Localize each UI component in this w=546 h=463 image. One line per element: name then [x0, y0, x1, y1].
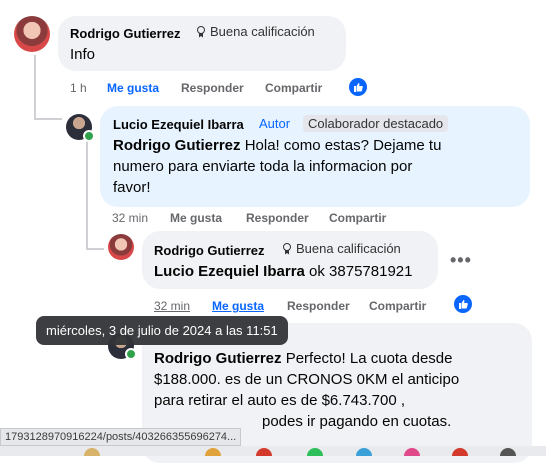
- folder-icon[interactable]: [205, 448, 221, 456]
- comment-author[interactable]: Lucio Ezequiel Ibarra: [113, 117, 244, 132]
- comment-text: Rodrigo Gutierrez Perfecto! La cuota des…: [154, 348, 524, 432]
- avatar[interactable]: [14, 16, 50, 52]
- comment-text: Rodrigo Gutierrez Hola! como estas? Deja…: [113, 135, 523, 198]
- comment-author[interactable]: Rodrigo Gutierrez: [154, 243, 265, 258]
- comment-text-line2: $188.000. es de un CRONOS 0KM el anticip…: [154, 371, 460, 388]
- app-icon[interactable]: [256, 448, 272, 456]
- reply-button[interactable]: Responder: [287, 299, 350, 313]
- author-badge: Autor: [259, 116, 291, 131]
- mention-link[interactable]: Lucio Ezequiel Ibarra: [154, 263, 305, 280]
- comment-author[interactable]: Rodrigo Gutierrez: [70, 26, 181, 41]
- online-status-indicator: [125, 348, 137, 360]
- like-button[interactable]: Me gusta: [212, 299, 264, 313]
- comment-text-line1: Hola! como estas? Dejame tu: [244, 137, 442, 154]
- taskbar: [0, 446, 546, 456]
- comment-timestamp[interactable]: 32 min: [154, 299, 190, 313]
- app-icon[interactable]: [356, 448, 372, 456]
- app-icon[interactable]: [307, 448, 323, 456]
- top-fan-badge: Buena calificación: [282, 241, 401, 256]
- online-status-indicator: [83, 130, 95, 142]
- comment-text: Lucio Ezequiel Ibarra ok 3875781921: [154, 261, 412, 282]
- app-icon[interactable]: [404, 448, 420, 456]
- like-button[interactable]: Me gusta: [170, 211, 222, 225]
- comment-text: Info: [70, 46, 96, 63]
- ribbon-icon: [282, 242, 292, 255]
- like-button[interactable]: Me gusta: [107, 81, 159, 95]
- reply-button[interactable]: Responder: [246, 211, 309, 225]
- like-reaction-icon[interactable]: [349, 78, 367, 96]
- like-reaction-icon[interactable]: [454, 295, 472, 313]
- thread-line: [86, 140, 88, 250]
- comment-text-line3: favor!: [113, 179, 151, 196]
- comment-text-line1: Perfecto! La cuota desde: [285, 350, 453, 367]
- comment-timestamp[interactable]: 1 h: [70, 81, 87, 95]
- ribbon-icon: [196, 25, 206, 38]
- comment-timestamp[interactable]: 32 min: [112, 211, 148, 225]
- app-icon[interactable]: [84, 448, 100, 456]
- reply-button[interactable]: Responder: [181, 81, 244, 95]
- top-contributor-badge: Colaborador destacado: [303, 115, 449, 132]
- thread-line: [34, 55, 36, 120]
- thread-line: [34, 118, 62, 120]
- badge-label: Buena calificación: [210, 24, 315, 39]
- thread-line: [86, 248, 104, 250]
- status-bar-url: 1793128970916224/posts/403266355696274..…: [0, 428, 242, 446]
- avatar[interactable]: [108, 234, 134, 260]
- timestamp-tooltip: miércoles, 3 de julio de 2024 a las 11:5…: [36, 316, 288, 345]
- share-button[interactable]: Compartir: [265, 81, 322, 95]
- share-button[interactable]: Compartir: [329, 211, 386, 225]
- app-icon[interactable]: [452, 448, 468, 456]
- top-fan-badge: Buena calificación: [196, 24, 315, 39]
- share-button[interactable]: Compartir: [369, 299, 426, 313]
- comment-text-line3: para retirar el auto es de $6.743.700 ,: [154, 392, 406, 409]
- comment-text-body: ok 3875781921: [309, 263, 413, 280]
- more-options-icon[interactable]: •••: [450, 250, 472, 271]
- mention-link[interactable]: Rodrigo Gutierrez: [154, 350, 282, 367]
- app-icon[interactable]: [500, 448, 516, 456]
- comment-text-line2: numero para enviarte toda la informacion…: [113, 158, 413, 175]
- mention-link[interactable]: Rodrigo Gutierrez: [113, 137, 241, 154]
- badge-label: Buena calificación: [296, 241, 401, 256]
